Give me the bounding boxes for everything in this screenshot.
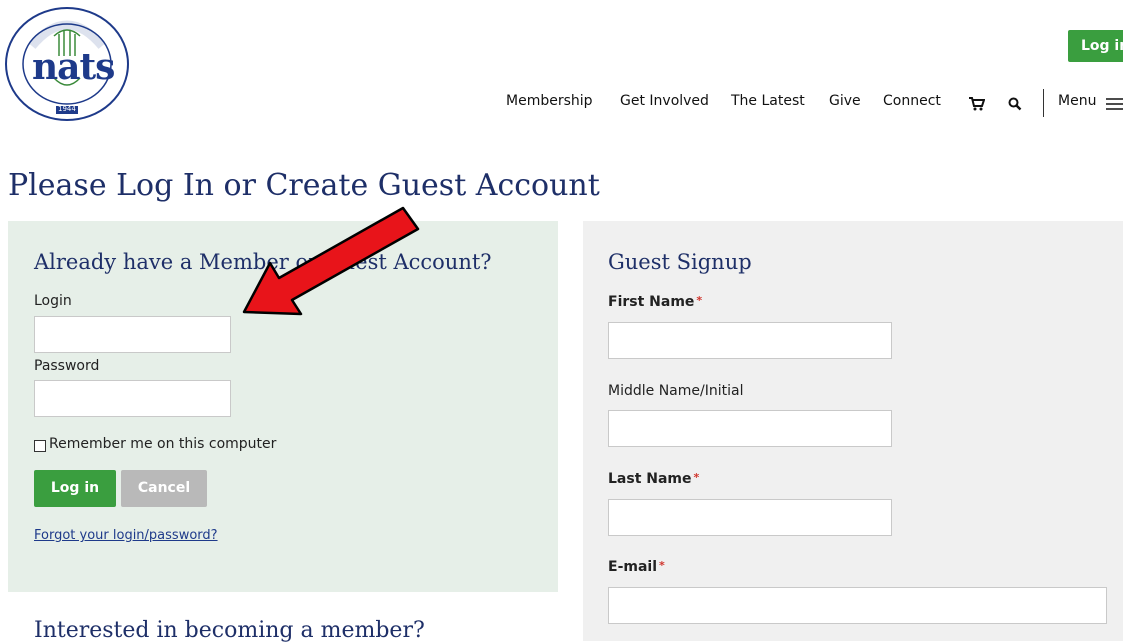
login-label: Login	[34, 293, 72, 309]
password-input[interactable]	[34, 380, 231, 417]
required-marker: *	[659, 559, 665, 572]
first-name-label: First Name *	[608, 294, 702, 310]
menu-button[interactable]: Menu	[1058, 93, 1096, 109]
guest-heading: Guest Signup	[608, 250, 752, 274]
forgot-password-link[interactable]: Forgot your login/password?	[34, 528, 218, 543]
login-button[interactable]: Log in	[34, 470, 116, 507]
email-label: E-mail *	[608, 559, 665, 575]
email-label-text: E-mail	[608, 559, 658, 575]
nav-item-get-involved[interactable]: Get Involved	[620, 93, 709, 109]
become-member-heading: Interested in becoming a member?	[34, 618, 425, 643]
required-marker: *	[696, 294, 703, 307]
header-login-button[interactable]: Log in	[1068, 30, 1123, 62]
required-marker: *	[693, 471, 700, 484]
nav-item-connect[interactable]: Connect	[883, 93, 941, 109]
logo-wordmark: nats	[32, 46, 115, 88]
menu-label: Menu	[1058, 93, 1097, 109]
password-label: Password	[34, 358, 100, 374]
last-name-label: Last Name *	[608, 471, 699, 487]
hamburger-icon[interactable]	[1106, 96, 1123, 115]
login-input[interactable]	[34, 316, 231, 353]
last-name-label-text: Last Name	[608, 471, 692, 487]
nav-item-give[interactable]: Give	[829, 93, 861, 109]
nav-divider	[1043, 89, 1044, 117]
last-name-input[interactable]	[608, 499, 892, 536]
remember-me-checkbox[interactable]	[34, 440, 46, 452]
search-icon[interactable]	[1008, 96, 1022, 115]
cart-icon[interactable]	[969, 96, 986, 115]
nav-item-the-latest[interactable]: The Latest	[731, 93, 805, 109]
middle-name-input[interactable]	[608, 410, 892, 447]
email-input[interactable]	[608, 587, 1107, 624]
logo-year: 1944	[58, 105, 76, 113]
first-name-input[interactable]	[608, 322, 892, 359]
nav-item-membership[interactable]: Membership	[506, 93, 593, 109]
login-heading: Already have a Member or Guest Account?	[34, 250, 492, 274]
page-title: Please Log In or Create Guest Account	[8, 168, 600, 203]
middle-name-label: Middle Name/Initial	[608, 383, 744, 399]
nats-logo[interactable]: nats 1944	[4, 6, 130, 122]
first-name-label-text: First Name	[608, 294, 695, 310]
cancel-button[interactable]: Cancel	[121, 470, 207, 507]
remember-me-label: Remember me on this computer	[49, 436, 277, 452]
